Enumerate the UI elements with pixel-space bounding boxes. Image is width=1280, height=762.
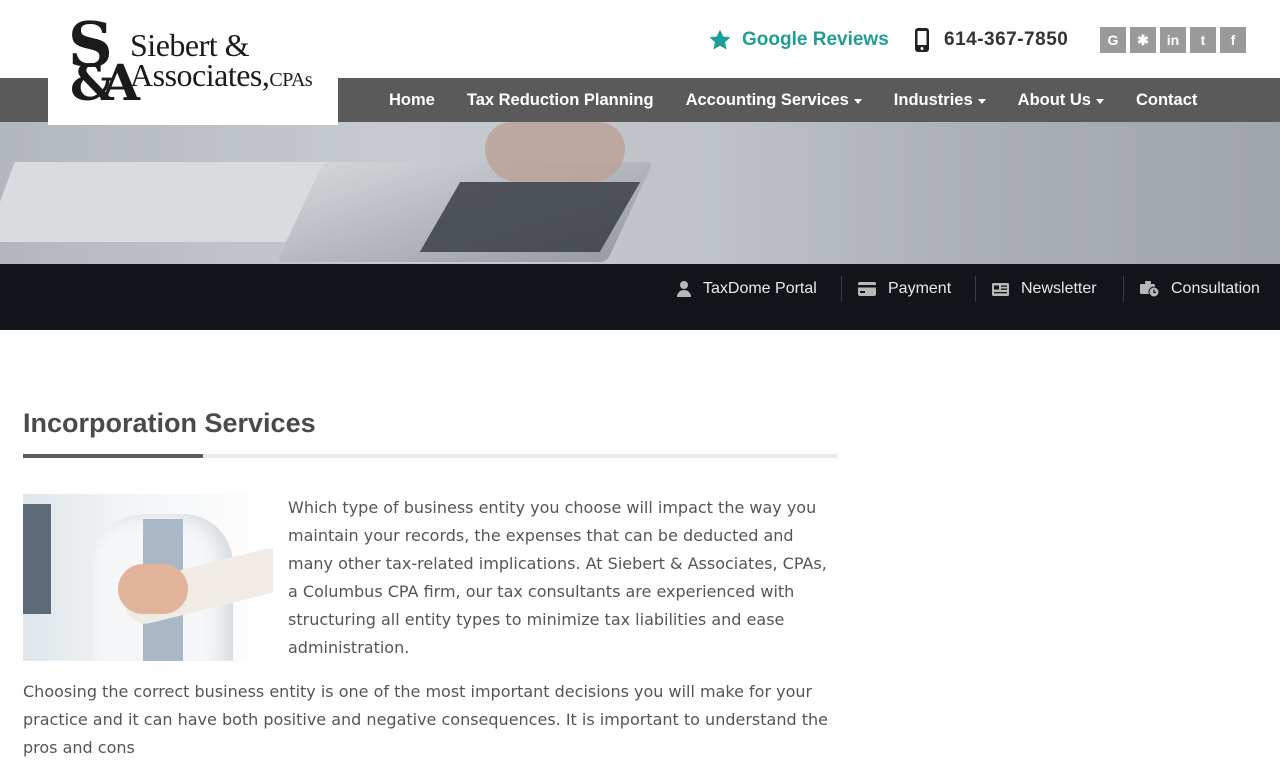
nav-home-label: Home <box>389 90 435 109</box>
nav-home[interactable]: Home <box>373 91 451 110</box>
nav-accounting-services-label: Accounting Services <box>685 90 849 109</box>
business-time-icon <box>1140 281 1159 297</box>
google-icon[interactable]: G <box>1100 27 1126 53</box>
logo-monogram: S &A <box>68 8 140 112</box>
payment-label: Payment <box>888 280 952 297</box>
star-icon <box>709 29 731 50</box>
payment-link[interactable]: Payment <box>858 264 951 314</box>
nav-about-us[interactable]: About Us <box>1002 91 1120 110</box>
nav-tax-reduction-planning[interactable]: Tax Reduction Planning <box>451 91 670 110</box>
nav-industries-label: Industries <box>893 90 973 109</box>
twitter-icon[interactable]: t <box>1190 27 1216 53</box>
facebook-icon[interactable]: f <box>1220 27 1246 53</box>
hero-banner-image <box>0 122 1280 264</box>
taxdome-portal-label: TaxDome Portal <box>703 280 817 297</box>
photo-handshake <box>118 564 188 614</box>
caret-down-icon <box>977 98 986 104</box>
title-underline-accent <box>23 454 203 458</box>
utility-divider <box>841 276 842 302</box>
taxdome-portal-link[interactable]: TaxDome Portal <box>677 264 817 314</box>
phone-link[interactable]: 614-367-7850 <box>914 26 1068 54</box>
consultation-link[interactable]: Consultation <box>1140 264 1260 314</box>
nav-about-us-label: About Us <box>1017 90 1091 109</box>
logo-wordmark: Siebert & Associates,CPAs <box>130 27 313 93</box>
utility-divider <box>975 276 976 302</box>
linkedin-icon[interactable]: in <box>1160 27 1186 53</box>
newsletter-label: Newsletter <box>1021 280 1097 297</box>
intro-paragraph: Which type of business entity you choose… <box>288 498 827 657</box>
photo-monitor <box>23 504 51 614</box>
user-icon <box>677 281 691 297</box>
main-menu: Home Tax Reduction Planning Accounting S… <box>373 78 1213 122</box>
caret-down-icon <box>853 98 862 104</box>
utility-divider <box>1123 276 1124 302</box>
credit-card-icon <box>858 282 876 296</box>
google-reviews-label: Google Reviews <box>742 29 889 50</box>
nav-contact-label: Contact <box>1135 90 1198 109</box>
yelp-icon[interactable]: ✱ <box>1130 27 1156 53</box>
nav-industries[interactable]: Industries <box>878 91 1002 110</box>
phone-number: 614-367-7850 <box>944 29 1069 50</box>
nav-contact[interactable]: Contact <box>1120 91 1213 110</box>
social-links: G ✱ in t f <box>1100 27 1246 53</box>
newsletter-link[interactable]: Newsletter <box>992 264 1097 314</box>
nav-accounting-services[interactable]: Accounting Services <box>670 91 878 110</box>
consultation-label: Consultation <box>1171 280 1260 297</box>
google-reviews-link[interactable]: Google Reviews <box>708 26 889 54</box>
body-paragraph: Choosing the correct business entity is … <box>23 682 828 757</box>
hero-overlay <box>0 122 1280 264</box>
caret-down-icon <box>1095 98 1104 104</box>
page-title: Incorporation Services <box>23 408 316 438</box>
site-logo[interactable]: S &A Siebert & Associates,CPAs <box>48 0 338 125</box>
nav-tax-reduction-planning-label: Tax Reduction Planning <box>466 90 654 109</box>
handshake-photo <box>23 494 273 661</box>
newspaper-icon <box>992 282 1009 296</box>
mobile-phone-icon <box>915 28 929 52</box>
